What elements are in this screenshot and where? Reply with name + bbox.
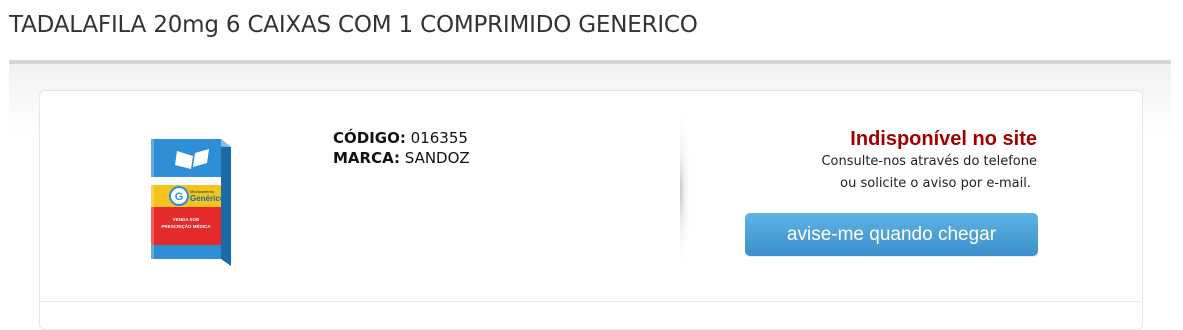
product-code-row: CÓDIGO: 016355 — [333, 128, 470, 148]
availability-line-1: Consulte-nos através do telefone — [821, 154, 1037, 169]
card-divider — [40, 301, 1142, 302]
product-code-label: CÓDIGO: — [333, 129, 406, 147]
box-warning-1: VENDA SOB — [173, 217, 200, 222]
product-meta: CÓDIGO: 016355 MARCA: SANDOZ — [333, 128, 470, 168]
box-bottom-band — [151, 245, 221, 259]
box-warning-2: PRESCRIÇÃO MÉDICA — [161, 222, 211, 229]
vertical-divider — [680, 117, 690, 265]
product-card: G Medicamento Genérico VENDA SOB PRESCRI… — [39, 90, 1143, 330]
box-g-letter: G — [175, 191, 184, 203]
availability-status: Indisponível no site — [850, 128, 1037, 150]
product-brand-label: MARCA: — [333, 149, 400, 167]
generic-medicine-box-icon: G Medicamento Genérico VENDA SOB PRESCRI… — [151, 139, 231, 266]
product-code-value: 016355 — [410, 129, 468, 147]
box-white-strip — [151, 177, 221, 185]
product-brand-row: MARCA: SANDOZ — [333, 148, 470, 168]
product-brand-value: SANDOZ — [404, 149, 470, 167]
product-title: TADALAFILA 20mg 6 CAIXAS COM 1 COMPRIMID… — [9, 12, 698, 38]
availability-box: Indisponível no site Consulte-nos atravé… — [821, 127, 1037, 195]
box-brand-text: Genérico — [190, 194, 225, 203]
availability-line-2: ou solicite o aviso por e-mail. — [840, 176, 1031, 191]
box-edge-highlight — [151, 139, 154, 259]
notify-me-button[interactable]: avise-me quando chegar — [745, 213, 1038, 256]
